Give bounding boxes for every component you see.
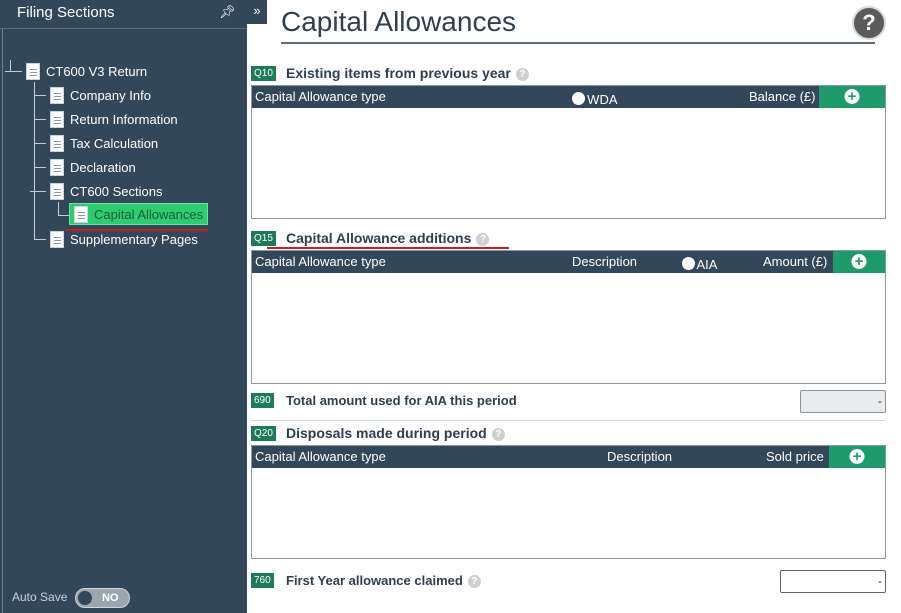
document-icon [50,110,64,128]
tree-item-capital-allowances[interactable]: Capital Allowances [69,203,209,225]
tree-item-label: Declaration [70,159,136,175]
document-icon [26,62,40,80]
tree-connector [34,82,35,240]
toggle-text: NO [102,592,119,604]
tree-item-label: Company Info [70,87,151,103]
help-icon[interactable]: ? [515,68,529,81]
collapse-sidebar-button[interactable]: » [247,0,267,24]
autosave-toggle[interactable]: NO [75,588,130,608]
tree-item-return-information[interactable]: Return Information [50,108,178,130]
tree-item-label: Tax Calculation [70,135,159,151]
q15-grid-header: Capital Allowance type Description ? % A… [252,251,885,273]
help-icon[interactable]: ? [467,575,481,588]
toggle-knob [78,591,92,605]
q10-grid-header: Capital Allowance type % WDA ? Balance (… [252,86,885,108]
q20-title-text: Disposals made during period [286,425,487,441]
field-690-badge: 690 [251,393,274,408]
q10-grid: Capital Allowance type % WDA ? Balance (… [251,85,886,219]
q15-title: Capital Allowance additions? [286,230,490,246]
plus-icon: + [851,254,867,269]
filing-sections-sidebar: Filing Sections 📌︎ CT600 V3 Return Compa… [0,0,247,613]
column-header[interactable]: Capital Allowance type [255,89,386,104]
q15-grid: Capital Allowance type Description ? % A… [251,250,886,384]
main-content: Capital Allowances ? Q10 Existing items … [247,0,901,613]
column-header[interactable]: Sold price [766,449,824,464]
add-row-button[interactable]: + [833,251,885,273]
field-760-label-text: First Year allowance claimed [286,573,463,588]
pin-icon[interactable]: 📌︎ [219,4,236,20]
q20-grid: Capital Allowance type Description Sold … [251,445,886,559]
q10-badge: Q10 [251,66,276,81]
document-icon [74,205,88,223]
tree-item-supplementary-pages[interactable]: Supplementary Pages [50,228,198,250]
q20-grid-header: Capital Allowance type Description Sold … [252,446,885,468]
sidebar-title: Filing Sections [17,4,115,21]
tree-item-ct600-v3-return[interactable]: CT600 V3 Return [26,60,147,82]
tree-item-label: CT600 V3 Return [46,63,148,79]
tree-connector [5,71,22,72]
tree-connector [34,239,46,240]
column-header[interactable]: Capital Allowance type [255,449,386,464]
help-icon[interactable]: ? [572,92,585,105]
plus-icon: + [844,89,860,104]
help-icon[interactable]: ? [491,428,505,441]
tree-item-label: Capital Allowances [94,206,204,222]
section-divider [251,420,886,421]
tree-connector [30,191,46,192]
column-header[interactable]: Description [572,254,637,269]
q20-badge: Q20 [251,426,276,441]
autosave-label: Auto Save [12,590,68,604]
help-icon[interactable]: ? [476,233,490,246]
column-header[interactable]: Balance (£) [749,89,815,104]
annotation-underline [267,247,509,249]
tree-item-company-info[interactable]: Company Info [50,84,151,106]
q15-title-text: Capital Allowance additions [286,230,472,246]
help-icon[interactable]: ? [852,6,886,40]
tree-connector [34,119,46,120]
add-row-button[interactable]: + [819,86,885,108]
document-icon [50,158,64,176]
tree-connector [34,167,46,168]
tree-item-label: Supplementary Pages [70,231,198,247]
add-row-button[interactable]: + [829,446,885,468]
field-690-input: - [800,390,886,413]
field-760-label: First Year allowance claimed? [286,573,481,588]
document-icon [50,134,64,152]
tree-connector [34,143,46,144]
tree-item-tax-calculation[interactable]: Tax Calculation [50,132,158,154]
column-header[interactable]: Description [607,449,672,464]
q15-badge: Q15 [251,231,276,246]
document-icon [50,86,64,104]
document-icon [50,230,64,248]
document-icon [50,182,64,200]
title-rule [281,42,875,44]
field-760-badge: 760 [251,573,274,588]
tree-item-ct600-sections[interactable]: CT600 Sections [50,180,163,202]
tree-connector [58,202,59,216]
tree-item-label: Return Information [70,111,178,127]
q10-title-text: Existing items from previous year [286,65,511,81]
q10-title: Existing items from previous year? [286,65,529,81]
page-title: Capital Allowances [281,6,517,37]
q20-title: Disposals made during period? [286,425,505,441]
tree-connector [34,95,46,96]
field-690-label: Total amount used for AIA this period [286,393,517,408]
column-header[interactable]: Amount (£) [763,254,827,269]
field-760-input[interactable]: - [780,570,886,593]
plus-icon: + [849,449,865,464]
tree-item-label: CT600 Sections [70,183,163,199]
sidebar-header: Filing Sections 📌︎ [0,0,247,29]
column-header[interactable]: Capital Allowance type [255,254,386,269]
tree-item-declaration[interactable]: Declaration [50,156,136,178]
column-header-text: % AIA [682,257,718,272]
